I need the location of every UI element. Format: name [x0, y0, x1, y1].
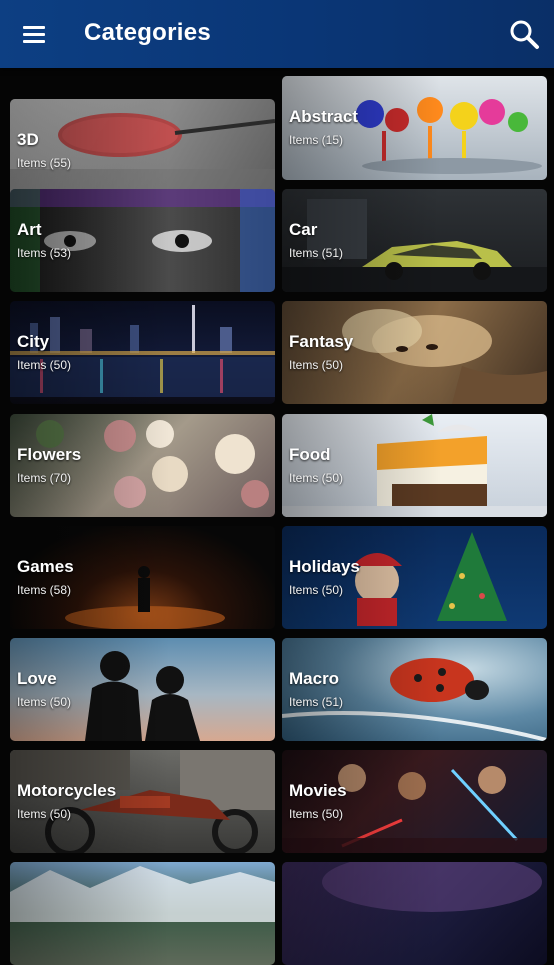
menu-icon-line: [23, 40, 45, 43]
menu-icon-line: [23, 33, 45, 36]
category-count: Items (50): [289, 583, 344, 597]
card-overlay: [282, 189, 547, 292]
category-name: Macro: [289, 669, 340, 688]
menu-icon-line: [23, 26, 45, 29]
card-overlay: [282, 76, 547, 180]
category-card-flowers[interactable]: Flowers Items (70): [10, 414, 275, 517]
category-card-food[interactable]: Food Items (50): [282, 414, 547, 517]
category-name: Car: [289, 220, 318, 239]
card-overlay: [10, 526, 275, 629]
search-icon: [510, 20, 539, 49]
card-overlay: [10, 301, 275, 404]
category-grid: 3D Items (55) Abstract Items (15) Art It…: [0, 68, 554, 965]
category-card-love[interactable]: Love Items (50): [10, 638, 275, 741]
category-card-holidays[interactable]: Holidays Items (50): [282, 526, 547, 629]
category-name: Fantasy: [289, 332, 354, 351]
card-overlay: [10, 189, 275, 292]
card-overlay: [282, 414, 547, 517]
category-count: Items (50): [17, 358, 72, 372]
card-overlay: [10, 414, 275, 517]
category-count: Items (15): [289, 133, 344, 147]
category-count: Items (50): [289, 358, 344, 372]
category-name: Art: [17, 220, 42, 239]
category-name: Abstract: [289, 107, 358, 126]
category-card-abstract[interactable]: Abstract Items (15): [282, 76, 547, 180]
category-name: Games: [17, 557, 74, 576]
category-card-space[interactable]: [282, 862, 547, 965]
app-bar: Categories: [0, 0, 554, 68]
category-count: Items (50): [17, 695, 72, 709]
category-card-nature[interactable]: [10, 862, 275, 965]
category-name: Flowers: [17, 445, 82, 464]
search-button[interactable]: [504, 14, 544, 54]
category-card-motorcycles[interactable]: Motorcycles Items (50): [10, 750, 275, 853]
category-count: Items (50): [289, 807, 344, 821]
category-card-movies[interactable]: Movies Items (50): [282, 750, 547, 853]
category-card-3d[interactable]: 3D Items (55): [10, 99, 275, 202]
category-name: Holidays: [289, 557, 360, 576]
card-overlay: [10, 862, 275, 965]
category-count: Items (58): [17, 583, 72, 597]
page-title: Categories: [84, 19, 212, 46]
category-count: Items (50): [17, 807, 72, 821]
menu-button[interactable]: [14, 16, 54, 52]
category-card-fantasy[interactable]: Fantasy Items (50): [282, 301, 547, 404]
category-card-city[interactable]: City Items (50): [10, 301, 275, 404]
card-overlay: [282, 526, 547, 629]
category-count: Items (51): [289, 246, 344, 260]
card-overlay: [282, 750, 547, 853]
category-name: 3D: [17, 130, 39, 149]
category-card-car[interactable]: Car Items (51): [282, 189, 547, 292]
category-name: Food: [289, 445, 331, 464]
category-count: Items (51): [289, 695, 344, 709]
category-card-art[interactable]: Art Items (53): [10, 189, 275, 292]
card-overlay: [10, 750, 275, 853]
card-overlay: [10, 99, 275, 202]
category-card-macro[interactable]: Macro Items (51): [282, 638, 547, 741]
category-count: Items (50): [289, 471, 344, 485]
card-overlay: [282, 301, 547, 404]
category-name: Movies: [289, 781, 347, 800]
category-name: Motorcycles: [17, 781, 117, 800]
card-overlay: [282, 638, 547, 741]
category-count: Items (53): [17, 246, 72, 260]
category-count: Items (55): [17, 156, 72, 170]
category-name: Love: [17, 669, 57, 688]
card-overlay: [10, 638, 275, 741]
category-name: City: [17, 332, 50, 351]
category-count: Items (70): [17, 471, 72, 485]
category-card-games[interactable]: Games Items (58): [10, 526, 275, 629]
card-overlay: [282, 862, 547, 965]
